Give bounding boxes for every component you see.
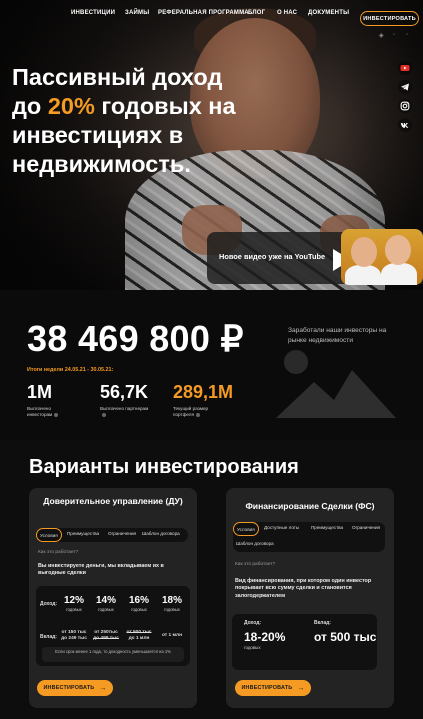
nav-item-documents[interactable]: ДОКУМЕНТЫ — [308, 10, 349, 16]
nav-item-investments[interactable]: ИНВЕСТИЦИИ — [71, 10, 115, 16]
rate-sub: годовых — [164, 607, 180, 612]
variants-title: Варианты инвестирования — [29, 456, 299, 478]
control-dot-icon[interactable]: ◦ — [393, 32, 395, 38]
rate-sub: годовых — [131, 607, 147, 612]
rate-value: 12% — [63, 595, 84, 606]
invest-button[interactable]: ИНВЕСТИРОВАТЬ → — [235, 680, 311, 696]
info-icon[interactable] — [102, 412, 106, 417]
mountain-decoration — [276, 370, 396, 418]
youtube-icon[interactable] — [398, 61, 412, 75]
card-description: Вид финансирования, при котором один инв… — [235, 578, 372, 599]
how-it-works-link[interactable]: Как это работает? — [235, 562, 275, 567]
card-tabs: Условия Преимущества Ограничения Шаблон … — [36, 528, 188, 542]
vk-icon[interactable] — [398, 118, 412, 132]
deposit-to: до 1 млн — [128, 636, 150, 641]
total-earned-value: 38 469 800 ₽ — [27, 318, 244, 359]
card-title: Финансирование Сделки (ФС) — [245, 501, 375, 511]
control-dot-icon[interactable]: ◈ — [379, 32, 384, 39]
control-dot-icon[interactable]: ◦ — [406, 32, 408, 38]
deposit-to: до 249 тыс — [61, 636, 87, 641]
info-icon[interactable] — [54, 412, 59, 417]
deposit-value: от 500 тыс — [314, 630, 377, 644]
card-title: Доверительное управление (ДУ) — [43, 496, 183, 506]
total-earned-label: Заработали наши инвесторы на рынке недви… — [288, 327, 387, 344]
nav-item-blog[interactable]: БЛОГ — [248, 10, 265, 16]
tab-limitations[interactable]: Ограничения — [352, 525, 380, 530]
telegram-icon[interactable] — [398, 80, 412, 94]
tab-limitations[interactable]: Ограничения — [108, 531, 136, 536]
invest-button-label: ИНВЕСТИРОВАТЬ — [43, 685, 95, 691]
stat-value: 56,7K — [100, 382, 149, 402]
arrow-right-icon: → — [297, 684, 305, 692]
deal-financing-card: Финансирование Сделки (ФС) Условия Досту… — [226, 488, 394, 708]
arrow-right-icon: → — [99, 684, 107, 692]
stat-label: Выплачено партнерам — [100, 406, 149, 411]
stat-label: Выплачено инвесторам — [27, 406, 53, 417]
thumbnail-face — [351, 237, 377, 267]
tab-conditions[interactable]: Условия — [36, 528, 62, 542]
income-label: Доход: — [40, 601, 58, 607]
deposit-range: от 250тыс до 499 тыс — [90, 630, 122, 642]
headline-accent: 20% — [47, 93, 95, 119]
nav-item-referral[interactable]: РЕФЕРАЛЬНАЯ ПРОГРАММА — [158, 10, 249, 16]
income-sub: годовых — [244, 645, 261, 650]
thumbnail-face — [385, 235, 411, 265]
tab-conditions[interactable]: Условия — [233, 522, 259, 536]
nav-item-about[interactable]: О НАС — [277, 10, 297, 16]
invest-button-label: ИНВЕСТИРОВАТЬ — [241, 685, 293, 691]
tab-advantages[interactable]: Преимущества — [67, 531, 99, 536]
rate-value: 18% — [161, 595, 182, 606]
deposit-to: до 499 тыс — [93, 636, 119, 641]
rates-table: Доход: 12% 14% 16% 18% годовых годовых г… — [36, 586, 190, 666]
rate-value: 16% — [128, 595, 149, 606]
tab-contract-template[interactable]: Шаблон договора — [142, 531, 180, 536]
deposit-range: от 1 млн — [156, 633, 188, 639]
youtube-banner-text: Новое видео уже на YouTube — [219, 252, 326, 261]
youtube-new-video-banner[interactable]: Новое видео уже на YouTube — [207, 229, 423, 285]
deposit-from: от 1 млн — [162, 633, 182, 638]
rate-note: Если срок менее 1 года, то доходность ум… — [42, 647, 184, 662]
tab-advantages[interactable]: Преимущества — [311, 525, 343, 530]
card-tabs: Условия Доступные лоты Преимущества Огра… — [233, 522, 385, 552]
rate-sub: годовых — [66, 607, 82, 612]
deal-terms-box: Доход: 18-20% годовых Вклад: от 500 тыс — [232, 614, 377, 670]
stat-paid-investors: 1M Выплачено инвесторам — [27, 382, 77, 418]
week-summary-label: Итоги недели 24.05.21 - 30.05.21: — [27, 367, 114, 373]
hero-headline: Пассивный доход до 20% годовых на инвест… — [12, 63, 252, 179]
top-nav: ИНВЕСТИЦИИ ЗАЙМЫ РЕФЕРАЛЬНАЯ ПРОГРАММА Б… — [0, 6, 423, 26]
income-label: Доход: — [244, 620, 262, 626]
how-it-works-link[interactable]: Как это работает? — [38, 550, 78, 555]
tab-available-lots[interactable]: Доступные лоты — [264, 525, 299, 530]
deposit-range: от 150 тыс до 249 тыс — [58, 630, 90, 642]
thumbnail-person — [381, 263, 417, 285]
rate-sub: годовых — [98, 607, 114, 612]
invest-button[interactable]: ИНВЕСТИРОВАТЬ → — [37, 680, 113, 696]
stat-paid-partners: 56,7K Выплачено партнерам — [100, 382, 150, 418]
instagram-icon[interactable] — [398, 99, 412, 113]
deposit-label: Вклад: — [314, 620, 331, 626]
nav-item-loans[interactable]: ЗАЙМЫ — [125, 10, 149, 16]
stat-label: Текущий размер портфеля — [173, 406, 209, 417]
stats-section: 38 469 800 ₽ Заработали наши инвесторы н… — [0, 290, 423, 440]
card-description: Вы инвестируете деньги, мы вкладываем их… — [38, 563, 164, 577]
stat-value: 289,1M — [173, 382, 234, 402]
stat-value: 1M — [27, 382, 53, 402]
rate-value: 14% — [95, 595, 116, 606]
stat-portfolio-size: 289,1M Текущий размер портфеля — [173, 382, 233, 418]
thumbnail-person — [345, 265, 381, 285]
hero-section: ИНВЕСТИЦИИ ЗАЙМЫ РЕФЕРАЛЬНАЯ ПРОГРАММА Б… — [0, 0, 423, 290]
deposit-range: от 500 тыс до 1 млн — [123, 630, 155, 642]
income-value: 18-20% — [244, 630, 286, 644]
nav-invest-button[interactable]: ИНВЕСТИРОВАТЬ — [360, 11, 419, 26]
youtube-video-thumbnail[interactable] — [341, 229, 423, 285]
tab-contract-template[interactable]: Шаблон договора — [236, 541, 274, 546]
info-icon[interactable] — [195, 412, 200, 417]
deposit-label: Вклад: — [40, 634, 57, 640]
